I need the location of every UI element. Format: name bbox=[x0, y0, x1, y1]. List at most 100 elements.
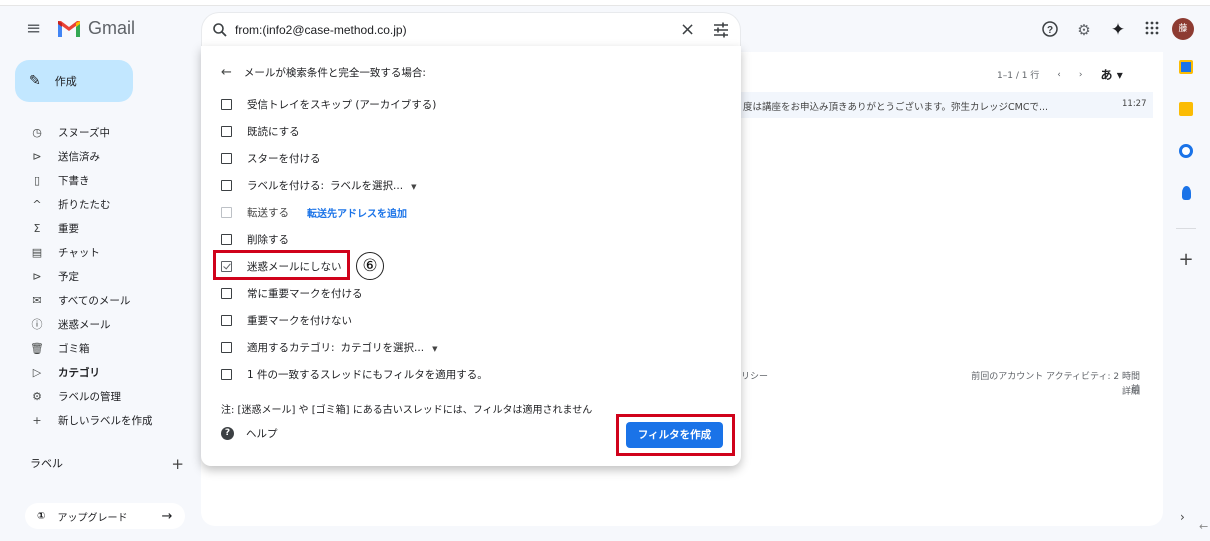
filter-select-dropdown[interactable]: カテゴリを選択... ▼ bbox=[341, 340, 438, 355]
filter-option-label: 受信トレイをスキップ (アーカイブする) bbox=[247, 98, 437, 111]
calendar-icon[interactable] bbox=[1179, 60, 1193, 74]
filter-checkbox[interactable] bbox=[221, 314, 232, 326]
upgrade-circle-icon: ① bbox=[37, 510, 46, 522]
sidebar-item-label: 下書き bbox=[58, 174, 90, 187]
filter-option-3[interactable]: ラベルを付ける: ラベルを選択... ▼ bbox=[221, 176, 416, 194]
create-filter-button[interactable]: フィルタを作成 bbox=[626, 422, 723, 448]
filter-option-4[interactable]: 転送する 転送先アドレスを追加 bbox=[221, 203, 407, 221]
filter-select-dropdown[interactable]: ラベルを選択... ▼ bbox=[330, 178, 416, 193]
svg-text:?: ? bbox=[1047, 25, 1053, 36]
sidebar-item-label: 送信済み bbox=[58, 150, 100, 163]
get-addons-plus-icon[interactable]: + bbox=[1172, 251, 1200, 269]
tasks-icon[interactable] bbox=[1179, 144, 1193, 158]
filter-option-5[interactable]: 削除する bbox=[221, 230, 289, 248]
gear-icon: ⚙ bbox=[32, 389, 42, 403]
sidebar-item-11[interactable]: ⚙ ラベルの管理 bbox=[20, 384, 200, 408]
account-avatar[interactable]: 藤 bbox=[1172, 18, 1194, 40]
search-bar[interactable]: from:(info2@case-method.co.jp) × bbox=[201, 12, 741, 48]
filter-option-label: 常に重要マークを付ける bbox=[247, 287, 363, 300]
sidebar-item-10[interactable]: ▷ カテゴリ bbox=[20, 360, 200, 384]
window-top-edge bbox=[0, 0, 1210, 6]
upgrade-button[interactable]: ① アップグレード → bbox=[25, 503, 185, 529]
chat-icon: ▤ bbox=[31, 245, 43, 259]
annotation-step-number: ⑥ bbox=[356, 252, 384, 280]
settings-gear-icon[interactable]: ⚙ bbox=[1074, 20, 1094, 40]
sidebar-item-2[interactable]: ▯ 下書き bbox=[20, 168, 200, 192]
sidebar-item-4[interactable]: Σ 重要 bbox=[20, 216, 200, 240]
show-side-panel-chevron-icon[interactable]: › bbox=[1180, 510, 1185, 524]
add-label-plus-icon[interactable]: + bbox=[171, 455, 184, 473]
sidebar-item-0[interactable]: ◷ スヌーズ中 bbox=[20, 120, 200, 144]
rail-divider bbox=[1176, 228, 1196, 229]
filter-checkbox[interactable] bbox=[221, 98, 232, 110]
footer-policy-link[interactable]: リシー bbox=[741, 369, 768, 382]
filter-checkbox[interactable] bbox=[221, 152, 232, 164]
search-input[interactable]: from:(info2@case-method.co.jp) bbox=[235, 23, 407, 37]
filter-option-label: スターを付ける bbox=[247, 152, 321, 165]
app-name: Gmail bbox=[88, 18, 136, 38]
filter-checkbox[interactable] bbox=[221, 179, 232, 191]
filter-option-7[interactable]: 常に重要マークを付ける bbox=[221, 284, 363, 302]
filter-note: 注: [迷惑メール] や [ゴミ箱] にある古いスレッドには、フィルタは適用され… bbox=[221, 405, 593, 416]
filter-checkbox[interactable] bbox=[221, 233, 232, 245]
pencil-icon: ✎ bbox=[29, 73, 41, 89]
sidebar-item-3[interactable]: ^ 折りたたむ bbox=[20, 192, 200, 216]
sidebar-item-5[interactable]: ▤ チャット bbox=[20, 240, 200, 264]
gemini-sparkle-icon[interactable]: ✦ bbox=[1108, 20, 1128, 40]
mail-row[interactable]: 度は講座をお申込み頂きありがとうございます。弥生カレッジCMCで... bbox=[741, 92, 1153, 118]
sidebar-item-8[interactable]: ⓘ 迷惑メール bbox=[20, 312, 200, 336]
all-mail-icon: ✉ bbox=[32, 293, 42, 307]
filter-checkbox[interactable] bbox=[221, 287, 232, 299]
scheduled-icon: ⊳ bbox=[32, 269, 42, 283]
filter-option-2[interactable]: スターを付ける bbox=[221, 149, 321, 167]
filter-dialog-title: メールが検索条件と完全一致する場合: bbox=[243, 67, 426, 79]
back-arrow-icon[interactable]: ← bbox=[221, 65, 232, 80]
add-forward-address-link[interactable]: 転送先アドレスを追加 bbox=[307, 205, 407, 220]
sidebar-item-label: カテゴリ bbox=[58, 366, 100, 379]
select-value: カテゴリを選択... bbox=[340, 341, 425, 354]
filter-option-label: 適用するカテゴリ: bbox=[247, 341, 335, 354]
filter-checkbox[interactable] bbox=[221, 341, 232, 353]
filter-option-label: 1 件の一致するスレッドにもフィルタを適用する。 bbox=[247, 368, 488, 381]
filter-option-1[interactable]: 既読にする bbox=[221, 122, 300, 140]
help-link[interactable]: ? ヘルプ bbox=[221, 426, 278, 441]
filter-option-0[interactable]: 受信トレイをスキップ (アーカイブする) bbox=[221, 95, 436, 113]
caret-down-icon: ▼ bbox=[432, 344, 438, 353]
filter-checkbox[interactable] bbox=[221, 206, 232, 218]
help-circle-icon: ? bbox=[221, 427, 234, 440]
sidebar-item-1[interactable]: ⊳ 送信済み bbox=[20, 144, 200, 168]
clear-search-icon[interactable]: × bbox=[680, 19, 695, 40]
search-icon[interactable] bbox=[212, 22, 228, 38]
gmail-logo[interactable]: Gmail bbox=[56, 18, 135, 39]
filter-checkbox[interactable] bbox=[221, 368, 232, 380]
sidebar-nav: ◷ スヌーズ中 ⊳ 送信済み ▯ 下書き ^ 折りたたむ Σ 重要 ▤ チャット ⊳ 予定 ✉ すべてのメール… bbox=[20, 110, 200, 432]
compose-button[interactable]: ✎ 作成 bbox=[15, 60, 133, 102]
filter-option-9[interactable]: 適用するカテゴリ: カテゴリを選択... ▼ bbox=[221, 338, 437, 356]
pager: 1–1 / 1 行 ‹ › あ ▾ bbox=[997, 66, 1123, 83]
footer-details-link[interactable]: 詳細 bbox=[1110, 384, 1140, 397]
sidebar-item-9[interactable]: 🗑 ゴミ箱 bbox=[20, 336, 200, 360]
prev-page-icon[interactable]: ‹ bbox=[1057, 70, 1061, 80]
sidebar-item-label: スヌーズ中 bbox=[58, 126, 110, 139]
filter-checkbox[interactable] bbox=[221, 125, 232, 137]
next-page-icon[interactable]: › bbox=[1079, 70, 1083, 80]
keep-icon[interactable] bbox=[1179, 102, 1193, 116]
input-tools-button[interactable]: あ ▾ bbox=[1101, 66, 1123, 83]
sidebar-item-label: 重要 bbox=[58, 222, 79, 235]
sidebar-item-label: チャット bbox=[58, 246, 100, 259]
search-options-icon[interactable] bbox=[712, 21, 730, 39]
help-icon[interactable]: ? bbox=[1040, 20, 1060, 40]
main-menu-icon[interactable]: ≡ bbox=[26, 20, 41, 38]
labels-section-header: ラベル + bbox=[30, 455, 184, 473]
sidebar-item-12[interactable]: + 新しいラベルを作成 bbox=[20, 408, 200, 432]
filter-option-10[interactable]: 1 件の一致するスレッドにもフィルタを適用する。 bbox=[221, 365, 488, 383]
sidebar-item-6[interactable]: ⊳ 予定 bbox=[20, 264, 200, 288]
apps-grid-icon[interactable] bbox=[1142, 20, 1162, 40]
contacts-icon[interactable] bbox=[1181, 186, 1191, 200]
filter-option-label: 削除する bbox=[247, 233, 289, 246]
sidebar-item-7[interactable]: ✉ すべてのメール bbox=[20, 288, 200, 312]
collapse-icon: ^ bbox=[32, 197, 42, 211]
category-icon: ▷ bbox=[32, 365, 42, 379]
filter-option-8[interactable]: 重要マークを付けない bbox=[221, 311, 352, 329]
sidebar-item-label: ゴミ箱 bbox=[58, 342, 90, 355]
